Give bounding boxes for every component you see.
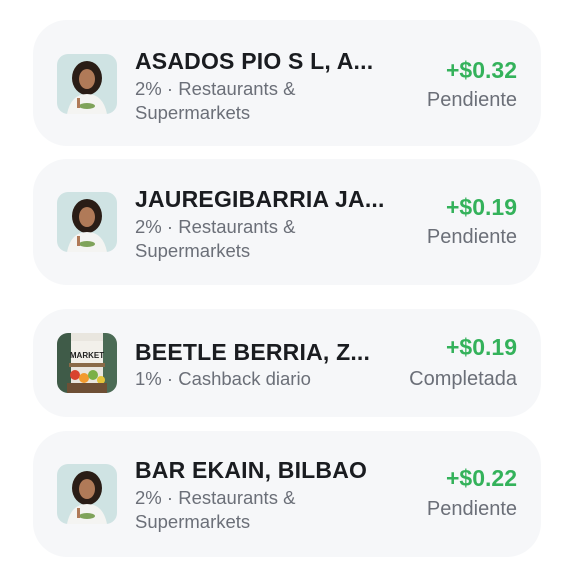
transaction-card[interactable]: JAUREGIBARRIA JA... 2% · Restaurants & S… [33,159,541,285]
separator: · [166,487,174,508]
merchant-name: JAUREGIBARRIA JA... [135,186,385,212]
transaction-card[interactable]: BAR EKAIN, BILBAO 2% · Restaurants & Sup… [33,431,541,557]
market-icon: MARKET [57,333,117,393]
separator: · [166,368,174,389]
separator: · [166,216,174,237]
cashback-amount: +$0.19 [446,194,517,220]
status-label: Completada [409,368,517,390]
cashback-rate: 2% [135,487,162,508]
merchant-name: BEETLE BERRIA, Z... [135,339,371,365]
cashback-amount: +$0.32 [446,57,517,83]
transaction-card[interactable]: ASADOS PIO S L, A... 2% · Restaurants & … [33,20,541,146]
cashback-details: 2% · Restaurants & Supermarkets [135,215,335,263]
transaction-card[interactable]: MARKET BEETLE BERRIA, Z... 1% · Cashback… [33,309,541,417]
cashback-rate: 2% [135,216,162,237]
cashback-category: Cashback diario [178,368,311,389]
cashback-details: 1% · Cashback diario [135,367,435,391]
woman-eating-icon [57,54,117,114]
cashback-amount: +$0.19 [446,334,517,360]
status-label: Pendiente [426,226,517,248]
merchant-name: ASADOS PIO S L, A... [135,48,374,74]
woman-eating-icon [57,192,117,252]
market-sign-text: MARKET [70,351,104,360]
cashback-details: 2% · Restaurants & Supermarkets [135,486,335,534]
cashback-rate: 1% [135,368,162,389]
cashback-details: 2% · Restaurants & Supermarkets [135,77,335,125]
cashback-rate: 2% [135,78,162,99]
separator: · [166,78,174,99]
merchant-name: BAR EKAIN, BILBAO [135,457,368,483]
status-label: Pendiente [426,89,517,111]
woman-eating-icon [57,464,117,524]
status-label: Pendiente [426,498,517,520]
cashback-amount: +$0.22 [446,465,517,491]
